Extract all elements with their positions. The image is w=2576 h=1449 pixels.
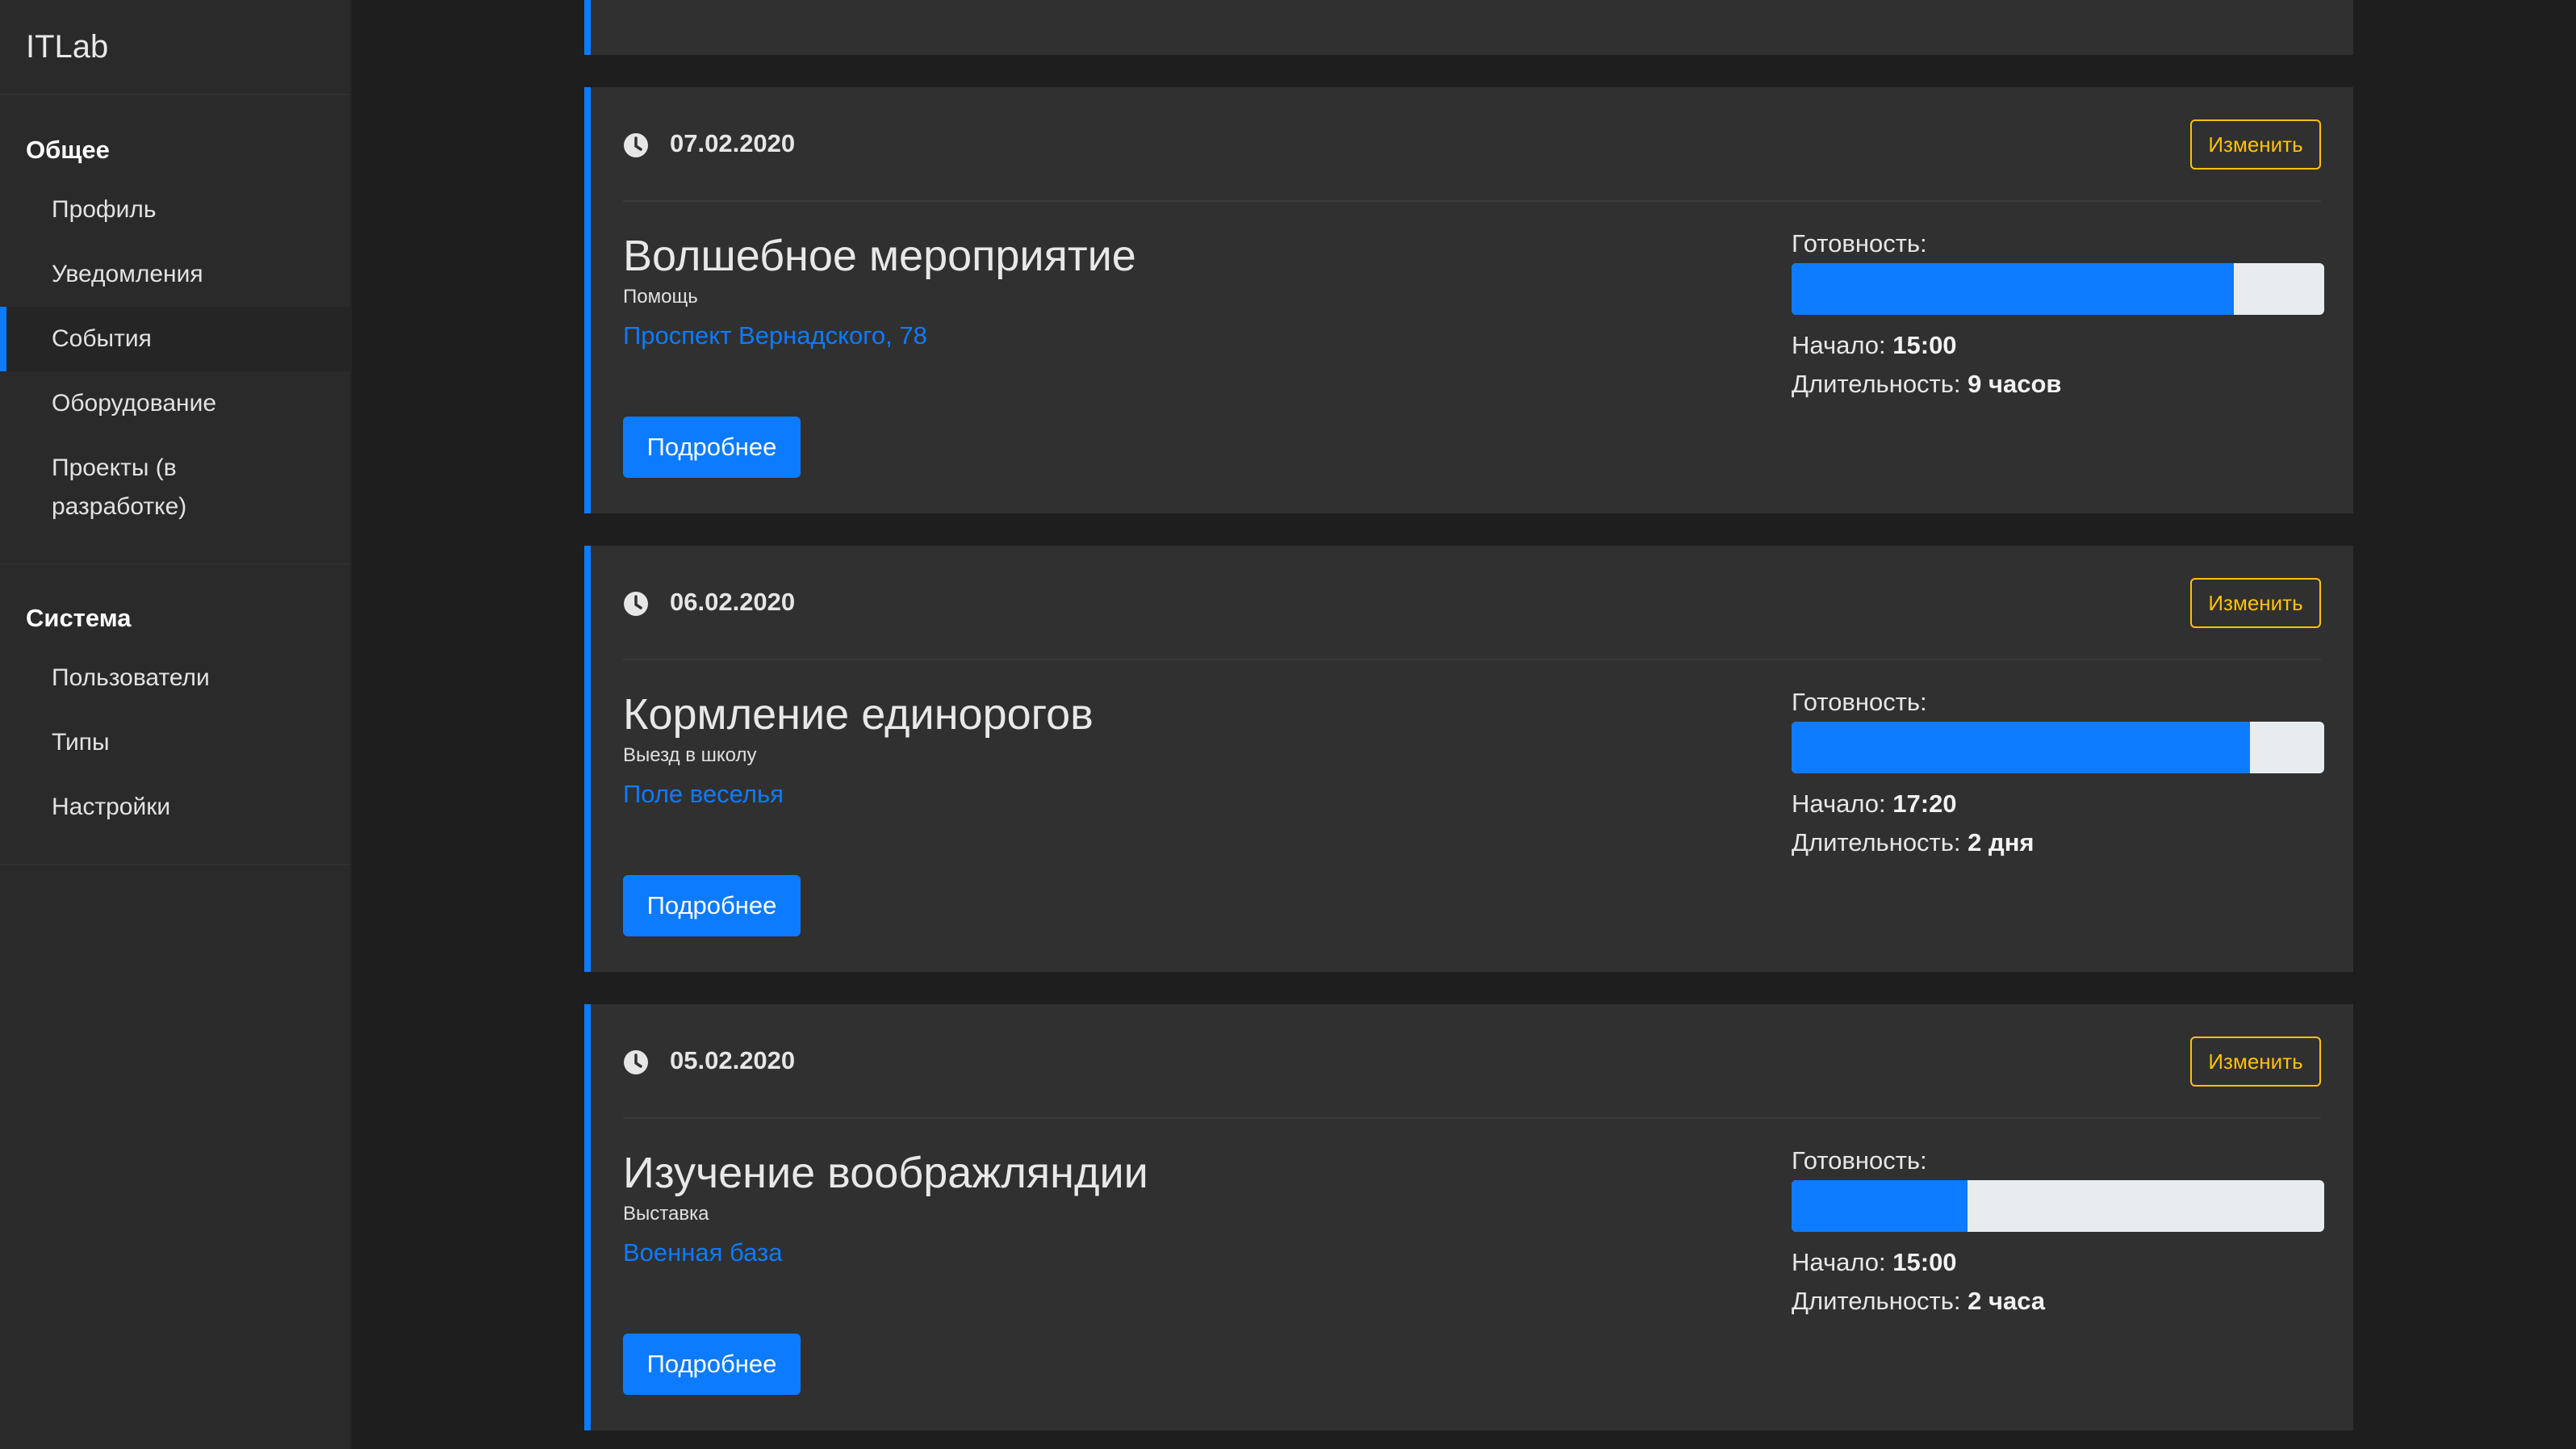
event-title: Кормление единорогов [623, 690, 1094, 739]
event-type: Выставка [623, 1203, 709, 1225]
event-place-link[interactable]: Проспект Вернадского, 78 [623, 321, 927, 350]
more-button[interactable]: Подробнее [623, 417, 801, 478]
sidebar-item-settings[interactable]: Настройки [0, 775, 350, 840]
event-date: 07.02.2020 [670, 129, 796, 157]
event-card: 07.02.2020 Изменить Волшебное мероприяти… [584, 87, 2353, 513]
readiness-progress-fill [1792, 1180, 1968, 1232]
edit-button[interactable]: Изменить [2190, 1036, 2321, 1087]
duration-value: 9 часов [1968, 370, 2062, 398]
sidebar-item-events[interactable]: События [0, 307, 350, 371]
readiness-progress-bar [1792, 722, 2324, 773]
readiness-progress-bar [1792, 1180, 2324, 1232]
event-duration: Длительность: 2 дня [1792, 828, 2034, 857]
sidebar-item-equipment[interactable]: Оборудование [0, 371, 350, 436]
duration-label: Длительность: [1792, 370, 1961, 398]
event-card: 05.02.2020 Изменить Изучение воображлянд… [584, 1004, 2353, 1430]
edit-button[interactable]: Изменить [2190, 119, 2321, 170]
sidebar: ITLab Общее Профиль Уведомления События … [0, 0, 352, 1449]
event-duration: Длительность: 2 часа [1792, 1287, 2045, 1316]
event-start: Начало: 15:00 [1792, 331, 1957, 360]
duration-value: 2 дня [1968, 828, 2034, 856]
sidebar-section-title: Общее [26, 136, 110, 164]
duration-value: 2 часа [1968, 1287, 2046, 1315]
sidebar-item-notifications[interactable]: Уведомления [0, 242, 350, 307]
event-card-header: 06.02.2020 Изменить [623, 546, 2321, 660]
event-start: Начало: 15:00 [1792, 1248, 1957, 1277]
start-value: 15:00 [1892, 331, 1957, 359]
start-label: Начало: [1792, 789, 1886, 818]
brand-logo[interactable]: ITLab [0, 0, 350, 95]
start-value: 17:20 [1892, 789, 1957, 818]
readiness-progress-fill [1792, 263, 2234, 315]
start-value: 15:00 [1892, 1248, 1957, 1276]
sidebar-item-profile[interactable]: Профиль [0, 178, 350, 242]
event-duration: Длительность: 9 часов [1792, 370, 2061, 399]
sidebar-item-users[interactable]: Пользователи [0, 646, 350, 710]
sidebar-section-title: Система [26, 604, 132, 632]
sidebar-item-projects[interactable]: Проекты (в разработке) [0, 436, 258, 539]
start-label: Начало: [1792, 1248, 1886, 1276]
event-card-partial: Подробнее [584, 0, 2353, 55]
more-button[interactable]: Подробнее [623, 1334, 801, 1395]
sidebar-item-types[interactable]: Типы [0, 710, 350, 775]
event-title: Изучение воображляндии [623, 1149, 1148, 1197]
edit-button[interactable]: Изменить [2190, 578, 2321, 628]
event-place-link[interactable]: Военная база [623, 1238, 782, 1267]
main-content: Подробнее 07.02.2020 Изменить Волшебное … [353, 0, 2576, 1449]
duration-label: Длительность: [1792, 1287, 1961, 1315]
event-title: Волшебное мероприятие [623, 232, 1136, 280]
readiness-label: Готовность: [1792, 229, 1927, 258]
clock-icon [624, 1050, 648, 1074]
start-label: Начало: [1792, 331, 1886, 359]
readiness-progress-bar [1792, 263, 2324, 315]
event-card-header: 07.02.2020 Изменить [623, 87, 2321, 202]
clock-icon [624, 592, 648, 616]
duration-label: Длительность: [1792, 828, 1961, 856]
more-button[interactable]: Подробнее [623, 875, 801, 936]
readiness-label: Готовность: [1792, 1146, 1927, 1175]
event-card: 06.02.2020 Изменить Кормление единорогов… [584, 546, 2353, 972]
sidebar-section-general: Общее Профиль Уведомления События Оборуд… [0, 95, 350, 565]
event-date: 06.02.2020 [670, 588, 796, 616]
event-date: 05.02.2020 [670, 1046, 796, 1074]
event-type: Помощь [623, 286, 698, 308]
clock-icon [624, 133, 648, 157]
sidebar-section-system: Система Пользователи Типы Настройки [0, 565, 350, 865]
event-type: Выезд в школу [623, 744, 757, 766]
event-card-header: 05.02.2020 Изменить [623, 1004, 2321, 1119]
event-place-link[interactable]: Поле веселья [623, 780, 784, 809]
event-start: Начало: 17:20 [1792, 789, 1957, 819]
readiness-progress-fill [1792, 722, 2250, 773]
readiness-label: Готовность: [1792, 688, 1927, 716]
